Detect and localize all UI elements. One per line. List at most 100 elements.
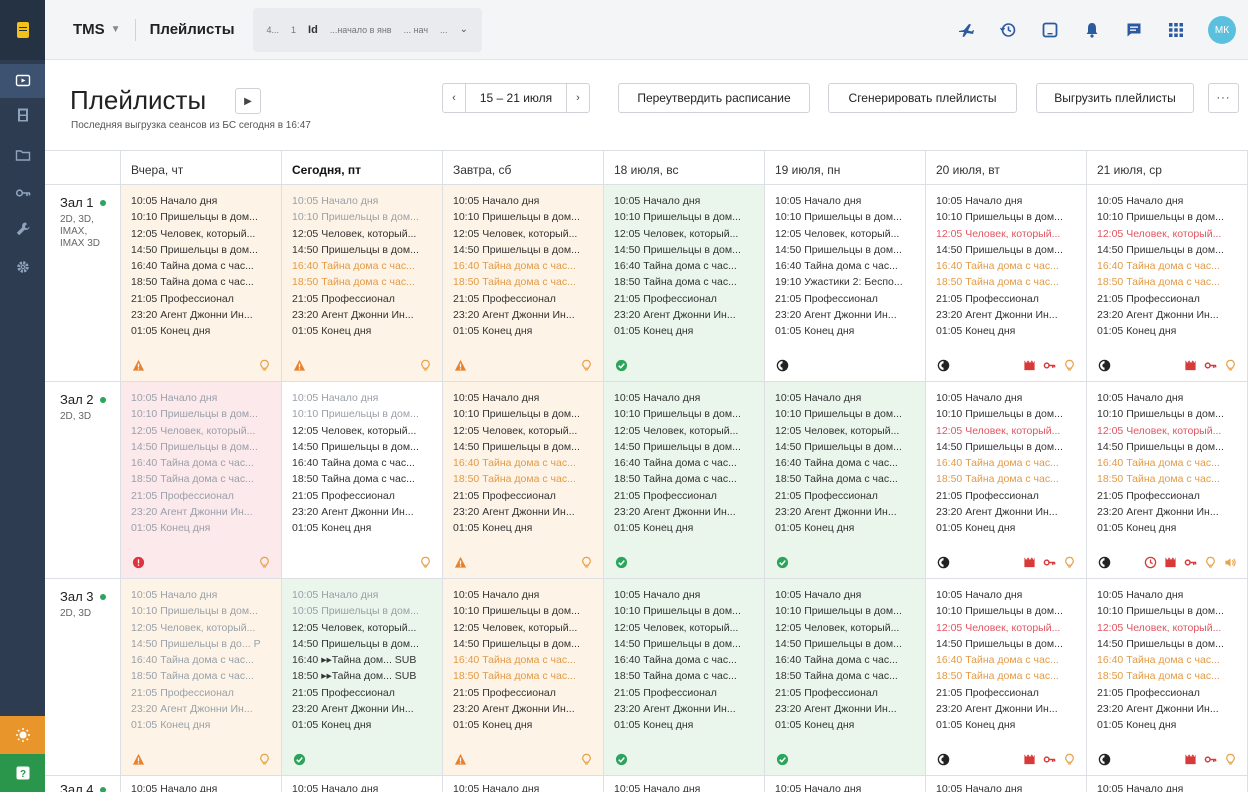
playlist-cell[interactable]: 10:05 Начало дня	[604, 776, 765, 792]
playlist-cell[interactable]: 10:05 Начало дня 10:10 Пришельцы в дом...…	[604, 579, 765, 775]
key-icon[interactable]	[1042, 358, 1056, 372]
bulb-icon[interactable]	[579, 752, 593, 766]
sidebar-item-playlists[interactable]	[0, 64, 45, 98]
bell-icon[interactable]	[1082, 20, 1102, 40]
bulb-icon[interactable]	[1062, 752, 1076, 766]
bulb-icon[interactable]	[418, 358, 432, 372]
next-week-button[interactable]: ›	[567, 84, 589, 112]
playlist-cell[interactable]: 10:05 Начало дня 10:10 Пришельцы в дом...…	[604, 382, 765, 578]
check-icon[interactable]	[614, 358, 628, 372]
bulb-icon[interactable]	[257, 555, 271, 569]
sidebar-help-button[interactable]: ?	[0, 754, 45, 792]
bulb-icon[interactable]	[257, 358, 271, 372]
prev-week-button[interactable]: ‹	[443, 84, 465, 112]
warning-icon[interactable]	[453, 752, 467, 766]
sidebar-item-schedule[interactable]	[0, 98, 45, 132]
export-playlists-button[interactable]: Выгрузить плейлисты	[1036, 83, 1194, 113]
reapprove-schedule-button[interactable]: Переутвердить расписание	[618, 83, 810, 113]
sidebar-item-settings[interactable]	[0, 250, 45, 284]
tab-item[interactable]: ... нач	[404, 25, 428, 35]
bulb-icon[interactable]	[257, 752, 271, 766]
playlist-cell[interactable]: 10:05 Начало дня 10:10 Пришельцы в дом...…	[282, 185, 443, 381]
tab-item[interactable]: ...начало в янв	[330, 25, 392, 35]
half-circle-icon[interactable]	[1097, 358, 1111, 372]
clock-icon[interactable]	[1143, 555, 1157, 569]
warning-icon[interactable]	[131, 358, 145, 372]
half-circle-icon[interactable]	[936, 358, 950, 372]
warning-icon[interactable]	[453, 358, 467, 372]
playlist-cell[interactable]: 10:05 Начало дня 10:10 Пришельцы в дом...…	[1087, 382, 1248, 578]
playlist-cell[interactable]: 10:05 Начало дня 10:10 Пришельцы в дом...…	[926, 185, 1087, 381]
sidebar-item-tools[interactable]	[0, 212, 45, 246]
warning-icon[interactable]	[453, 555, 467, 569]
bulb-icon[interactable]	[579, 358, 593, 372]
cinema-icon[interactable]	[1022, 555, 1036, 569]
date-range-label[interactable]: 15 – 21 июля	[465, 84, 567, 112]
plane-icon[interactable]	[956, 20, 976, 40]
playlist-cell[interactable]: 10:05 Начало дня 10:10 Пришельцы в дом...…	[121, 382, 282, 578]
bulb-icon[interactable]	[1062, 358, 1076, 372]
cinema-icon[interactable]	[1183, 752, 1197, 766]
playlist-cell[interactable]: 10:05 Начало дня 10:10 Пришельцы в дом...…	[765, 382, 926, 578]
cinema-icon[interactable]	[1183, 358, 1197, 372]
chevron-down-icon[interactable]: ⌄	[460, 24, 468, 35]
playlist-cell[interactable]: 10:05 Начало дня	[1087, 776, 1248, 792]
tab-item[interactable]: 1	[291, 25, 296, 35]
check-icon[interactable]	[614, 752, 628, 766]
playlist-cell[interactable]: 10:05 Начало дня	[926, 776, 1087, 792]
half-circle-icon[interactable]	[936, 555, 950, 569]
check-icon[interactable]	[614, 555, 628, 569]
warning-icon[interactable]	[292, 358, 306, 372]
half-circle-icon[interactable]	[936, 752, 950, 766]
key-icon[interactable]	[1203, 752, 1217, 766]
bulb-icon[interactable]	[1223, 752, 1237, 766]
app-switcher[interactable]: TMS ▼	[73, 21, 121, 38]
history-icon[interactable]	[998, 20, 1018, 40]
bulb-icon[interactable]	[1223, 358, 1237, 372]
sidebar-hint-button[interactable]	[0, 716, 45, 754]
playlist-cell[interactable]: 10:05 Начало дня 10:10 Пришельцы в дом...…	[926, 579, 1087, 775]
playlist-cell[interactable]: 10:05 Начало дня 10:10 Пришельцы в дом...…	[765, 185, 926, 381]
avatar[interactable]: МК	[1208, 16, 1236, 44]
playlist-cell[interactable]: 10:05 Начало дня 10:10 Пришельцы в дом...…	[121, 185, 282, 381]
playlist-cell[interactable]: 10:05 Начало дня 10:10 Пришельцы в дом...…	[443, 185, 604, 381]
cinema-icon[interactable]	[1163, 555, 1177, 569]
half-circle-icon[interactable]	[775, 358, 789, 372]
check-icon[interactable]	[775, 555, 789, 569]
apps-grid-icon[interactable]	[1166, 20, 1186, 40]
playlist-cell[interactable]: 10:05 Начало дня 10:10 Пришельцы в дом...…	[443, 382, 604, 578]
playlist-cell[interactable]: 10:05 Начало дня 10:10 Пришельцы в дом...…	[604, 185, 765, 381]
playlist-cell[interactable]: 10:05 Начало дня 10:10 Пришельцы в дом...…	[282, 382, 443, 578]
playlist-cell[interactable]: 10:05 Начало дня 10:10 Пришельцы в дом...…	[765, 579, 926, 775]
app-logo[interactable]	[0, 0, 45, 60]
playlist-cell[interactable]: 10:05 Начало дня	[443, 776, 604, 792]
tab-item[interactable]: 4...	[267, 25, 280, 35]
speaker-icon[interactable]	[1223, 555, 1237, 569]
playlist-cell[interactable]: 10:05 Начало дня 10:10 Пришельцы в дом...…	[1087, 185, 1248, 381]
check-icon[interactable]	[292, 752, 306, 766]
sidebar-item-keys[interactable]	[0, 176, 45, 210]
key-icon[interactable]	[1183, 555, 1197, 569]
bulb-icon[interactable]	[579, 555, 593, 569]
chat-icon[interactable]	[1124, 20, 1144, 40]
half-circle-icon[interactable]	[1097, 555, 1111, 569]
bulb-icon[interactable]	[418, 555, 432, 569]
playlist-cell[interactable]: 10:05 Начало дня	[121, 776, 282, 792]
playlist-cell[interactable]: 10:05 Начало дня	[765, 776, 926, 792]
half-circle-icon[interactable]	[1097, 752, 1111, 766]
key-icon[interactable]	[1042, 752, 1056, 766]
playlist-cell[interactable]: 10:05 Начало дня 10:10 Пришельцы в дом...…	[443, 579, 604, 775]
bulb-icon[interactable]	[1062, 555, 1076, 569]
playlist-cell[interactable]: 10:05 Начало дня 10:10 Пришельцы в дом...…	[121, 579, 282, 775]
cinema-icon[interactable]	[1022, 752, 1036, 766]
generate-playlists-button[interactable]: Сгенерировать плейлисты	[828, 83, 1017, 113]
playlist-cell[interactable]: 10:05 Начало дня 10:10 Пришельцы в дом...…	[926, 382, 1087, 578]
sidebar-item-folders[interactable]	[0, 138, 45, 172]
playlist-cell[interactable]: 10:05 Начало дня 10:05 Пришельцы в дом...…	[282, 579, 443, 775]
key-icon[interactable]	[1203, 358, 1217, 372]
playlist-cell[interactable]: 10:05 Начало дня 10:10 Пришельцы в дом...…	[1087, 579, 1248, 775]
tablet-icon[interactable]	[1040, 20, 1060, 40]
key-icon[interactable]	[1042, 555, 1056, 569]
warning-icon[interactable]	[131, 752, 145, 766]
playlist-cell[interactable]: 10:05 Начало дня	[282, 776, 443, 792]
